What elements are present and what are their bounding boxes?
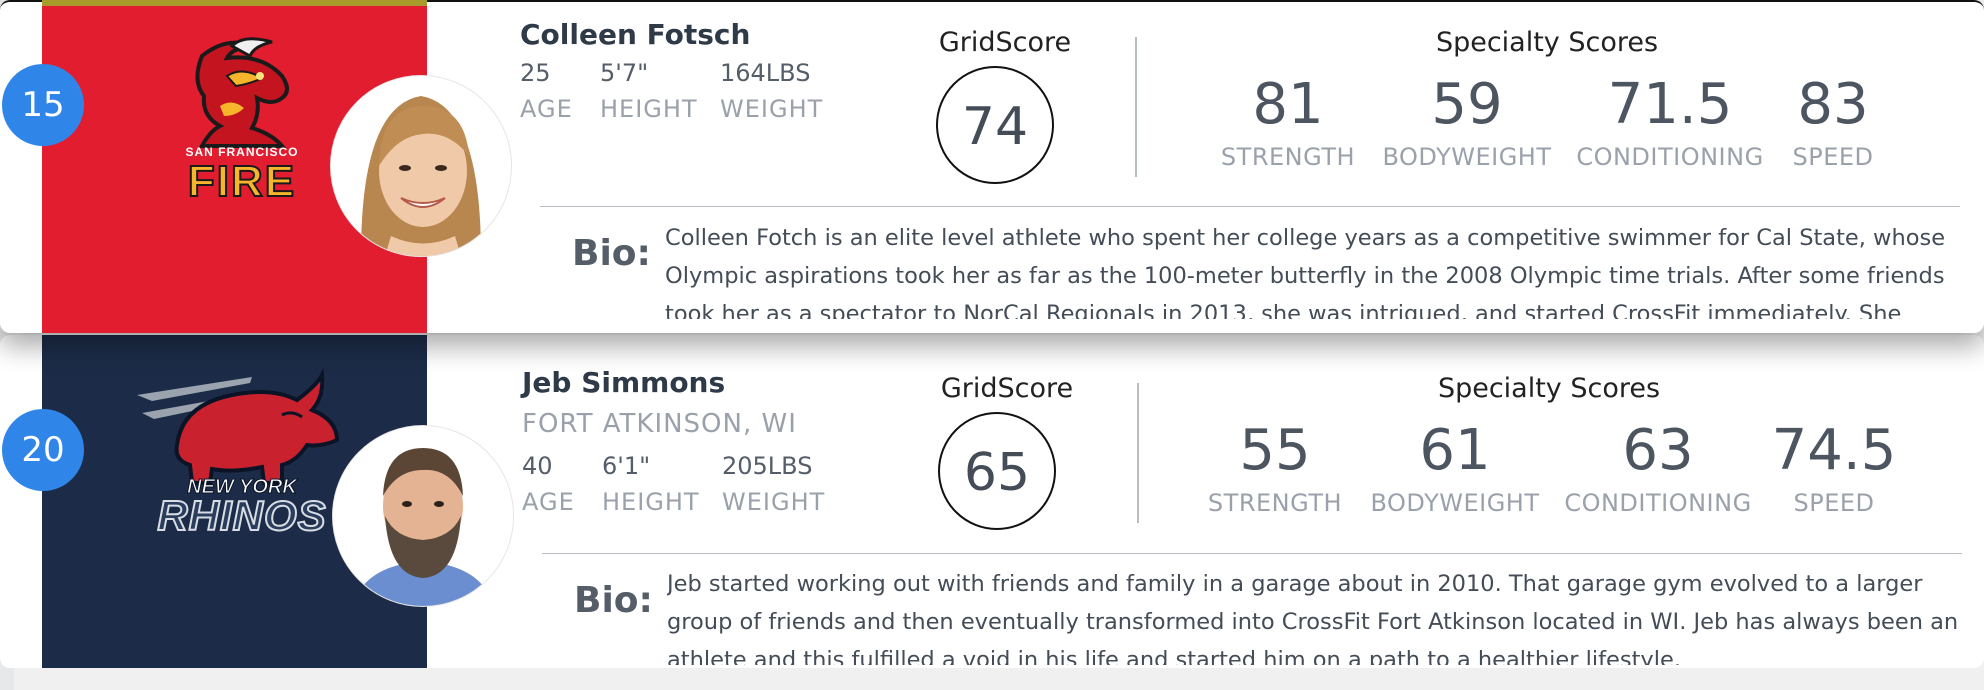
player-avatar[interactable]	[330, 75, 512, 257]
stat-label: WEIGHT	[722, 488, 826, 516]
specialty-speed: 74.5 SPEED	[1734, 418, 1934, 517]
specialty-label: STRENGTH	[1207, 489, 1343, 517]
specialty-label: STRENGTH	[1220, 143, 1356, 171]
specialty-title: Specialty Scores	[1437, 373, 1661, 404]
specialty-label: CONDITIONING	[1564, 489, 1752, 517]
gridscore-title: GridScore	[938, 27, 1072, 58]
specialty-conditioning: 63 CONDITIONING	[1558, 418, 1758, 517]
bio-divider	[542, 553, 1962, 554]
specialty-value: 55	[1239, 418, 1311, 483]
bio-label: Bio:	[572, 233, 651, 274]
specialty-strength: 81 STRENGTH	[1188, 72, 1388, 171]
rank-badge: 15	[2, 64, 84, 146]
rank-badge: 20	[2, 409, 84, 491]
specialty-bodyweight: 59 BODYWEIGHT	[1367, 72, 1567, 171]
stat-weight: 164LBS WEIGHT	[720, 59, 830, 123]
specialty-value: 74.5	[1771, 418, 1897, 483]
rhinos-team-logo: NEW YORK RHINOS	[137, 367, 340, 540]
specialty-strength: 55 STRENGTH	[1175, 418, 1375, 517]
stat-value: 6'1"	[602, 452, 651, 480]
specialty-value: 63	[1622, 418, 1694, 483]
specialty-label: BODYWEIGHT	[1382, 143, 1552, 171]
specialty-speed: 83 SPEED	[1733, 72, 1933, 171]
stat-value: 5'7"	[600, 59, 649, 87]
specialty-value: 83	[1797, 72, 1869, 137]
specialty-title: Specialty Scores	[1435, 27, 1659, 58]
specialty-value: 59	[1431, 72, 1503, 137]
specialty-label: SPEED	[1792, 143, 1874, 171]
score-divider	[1135, 37, 1137, 177]
stat-label: WEIGHT	[720, 95, 824, 123]
specialty-label: SPEED	[1793, 489, 1875, 517]
gridscore-value: 65	[938, 412, 1056, 530]
specialty-value: 61	[1419, 418, 1491, 483]
player-card[interactable]: NEW YORK RHINOS 20 Jeb Simmons FORT ATKI…	[0, 335, 1984, 668]
logo-main-text: RHINOS	[157, 492, 326, 539]
specialty-label: BODYWEIGHT	[1370, 489, 1540, 517]
bio-text: Colleen Fotch is an elite level athlete …	[665, 225, 1946, 319]
gridscore-value: 74	[936, 66, 1054, 184]
stat-weight: 205LBS WEIGHT	[722, 452, 832, 516]
player-card[interactable]: SAN FRANCISCO FIRE 15 Colleen Fotsch 25 …	[0, 0, 1984, 333]
player-photo	[331, 76, 511, 256]
logo-main-text: FIRE	[188, 157, 296, 206]
bio-label: Bio:	[574, 580, 653, 621]
stat-height: 5'7" HEIGHT	[600, 59, 710, 123]
player-location: FORT ATKINSON, WI	[522, 409, 797, 439]
stat-value: 205LBS	[722, 452, 813, 480]
fire-team-logo: SAN FRANCISCO FIRE	[185, 37, 298, 207]
player-name[interactable]: Colleen Fotsch	[520, 18, 750, 51]
gridscore-title: GridScore	[940, 373, 1074, 404]
stat-label: HEIGHT	[602, 488, 700, 516]
player-avatar[interactable]	[332, 425, 514, 607]
score-divider	[1137, 383, 1139, 523]
stat-height: 6'1" HEIGHT	[602, 452, 712, 516]
stat-label: HEIGHT	[600, 95, 698, 123]
bio-divider	[540, 206, 1960, 207]
bio-text: Jeb started working out with friends and…	[667, 571, 1959, 665]
specialty-value: 81	[1252, 72, 1324, 137]
specialty-bodyweight: 61 BODYWEIGHT	[1355, 418, 1555, 517]
player-name[interactable]: Jeb Simmons	[522, 366, 725, 399]
player-photo	[333, 426, 513, 606]
stat-value: 164LBS	[720, 59, 811, 87]
